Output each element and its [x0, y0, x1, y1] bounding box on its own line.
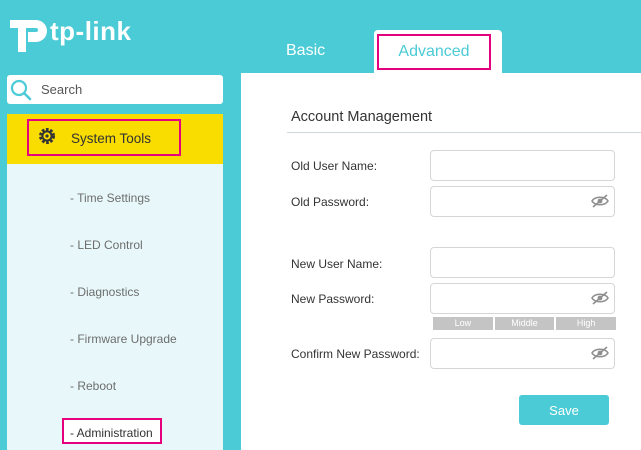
page-title: Account Management — [291, 109, 433, 125]
tab-basic[interactable]: Basic — [286, 42, 325, 60]
tab-advanced[interactable]: Advanced — [374, 30, 502, 73]
old-password-input[interactable] — [430, 186, 615, 217]
sidebar-section-label: System Tools — [71, 131, 152, 146]
new-password-label: New Password: — [291, 292, 375, 306]
old-user-label: Old User Name: — [291, 159, 378, 173]
eye-slash-icon[interactable] — [591, 194, 609, 208]
sidebar-item-diagnostics[interactable]: - Diagnostics — [70, 285, 139, 299]
sidebar-item-administration-label: - Administration — [70, 426, 153, 440]
sidebar: System Tools - Time Settings - LED Contr… — [7, 114, 223, 450]
main-panel: Account Management Old User Name: Old Pa… — [241, 73, 641, 450]
sidebar-item-reboot[interactable]: - Reboot — [70, 379, 116, 393]
tp-link-logo-icon — [10, 20, 47, 52]
strength-low: Low — [433, 317, 493, 330]
old-user-input[interactable] — [430, 150, 615, 181]
gear-icon — [39, 128, 55, 144]
save-button[interactable]: Save — [519, 395, 609, 425]
new-password-input[interactable] — [430, 283, 615, 314]
strength-high: High — [556, 317, 617, 330]
strength-middle: Middle — [494, 317, 555, 330]
brand-name: tp-link — [50, 16, 132, 46]
sidebar-item-led-control[interactable]: - LED Control — [70, 238, 143, 252]
sidebar-item-firmware-upgrade[interactable]: - Firmware Upgrade — [70, 332, 177, 346]
sidebar-section-system-tools[interactable]: System Tools — [7, 114, 223, 164]
new-user-input[interactable] — [430, 247, 615, 278]
title-divider — [287, 132, 641, 133]
eye-slash-icon[interactable] — [591, 291, 609, 305]
tab-advanced-label: Advanced — [377, 34, 491, 70]
sidebar-item-time-settings[interactable]: - Time Settings — [70, 191, 150, 205]
old-password-label: Old Password: — [291, 195, 370, 209]
search-icon — [10, 79, 32, 101]
confirm-password-label: Confirm New Password: — [291, 347, 420, 361]
password-strength-meter: Low Middle High — [433, 317, 617, 330]
search-placeholder: Search — [41, 82, 83, 97]
search-input[interactable]: Search — [7, 75, 223, 104]
confirm-password-input[interactable] — [430, 338, 615, 369]
eye-slash-icon[interactable] — [591, 346, 609, 360]
new-user-label: New User Name: — [291, 257, 383, 271]
